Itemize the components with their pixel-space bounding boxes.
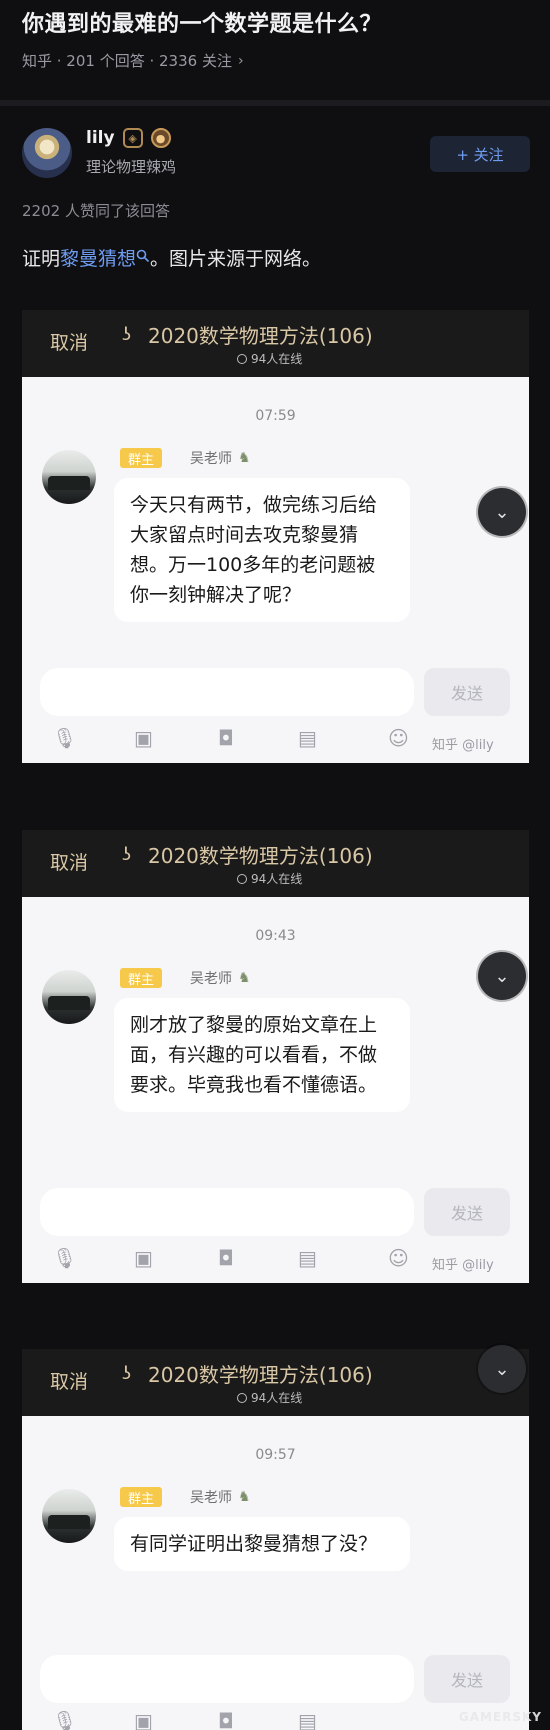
question-meta-text: 知乎 · 201 个回答 · 2336 关注 — [22, 52, 232, 70]
teacher-avatar[interactable] — [42, 1489, 96, 1543]
image-icon[interactable]: ▣ — [134, 1709, 153, 1730]
riemann-link[interactable]: 黎曼猜想 — [60, 248, 150, 270]
chat-header: 取消 ʖ 2020数学物理方法(106) 94人在线 — [22, 1349, 529, 1416]
chevron-right-icon: › — [237, 52, 244, 69]
ear-icon: ʖ — [122, 1363, 132, 1384]
search-icon — [136, 249, 150, 263]
author-name-row[interactable]: lily ◈ ● — [86, 128, 171, 148]
answer-text-prefix: 证明 — [22, 248, 61, 270]
online-count: 94人在线 — [237, 870, 302, 887]
online-status-icon — [237, 353, 247, 364]
sender-name-row: 吴老师 ♞ — [168, 968, 251, 988]
chat-header: 取消 ʖ 2020数学物理方法(106) 94人在线 — [22, 310, 529, 377]
sender-name: 吴老师 — [190, 451, 232, 467]
image-icon[interactable]: ▣ — [134, 1246, 153, 1270]
microphone-icon[interactable]: 🎙 — [52, 726, 77, 750]
emoji-icon[interactable]: ☺ — [388, 726, 409, 750]
input-toolbar: 🎙 ▣ ◘ ▤ — [22, 1705, 529, 1730]
ear-icon: ʖ — [122, 324, 132, 345]
cancel-button[interactable]: 取消 — [50, 1367, 88, 1394]
gamersky-watermark: GAMERSKY — [458, 1710, 542, 1724]
online-count-text: 94人在线 — [251, 352, 303, 366]
section-divider — [0, 100, 550, 106]
follow-button[interactable]: + 关注 — [430, 136, 530, 172]
message-input[interactable] — [40, 668, 414, 716]
online-count-text: 94人在线 — [251, 1391, 303, 1405]
message-timestamp: 07:59 — [255, 408, 296, 424]
camera-icon[interactable]: ◘ — [218, 726, 234, 750]
cancel-button[interactable]: 取消 — [50, 848, 88, 875]
cancel-button[interactable]: 取消 — [50, 328, 88, 355]
chat-header: 取消 ʖ 2020数学物理方法(106) 94人在线 — [22, 830, 529, 897]
sender-name-row: 吴老师 ♞ — [168, 448, 251, 468]
answer-text: 证明黎曼猜想 。图片来源于网络。 — [22, 244, 321, 271]
teacher-avatar[interactable] — [42, 450, 96, 504]
sender-name: 吴老师 — [190, 1490, 232, 1506]
chat-bubble: 今天只有两节，做完练习后给大家留点时间去攻克黎曼猜想。万一100多年的老问题被你… — [114, 478, 410, 622]
camera-icon[interactable]: ◘ — [218, 1709, 234, 1730]
group-owner-tag: 群主 — [120, 968, 163, 988]
dragon-icon: ♞ — [238, 1489, 251, 1505]
dragon-icon: ♞ — [238, 450, 251, 466]
chat-screenshot-3: 取消 ʖ 2020数学物理方法(106) 94人在线 ⌄ 09:57 群主 吴老… — [22, 1345, 529, 1730]
answer-text-suffix: 。图片来源于网络。 — [150, 248, 322, 270]
online-status-icon — [237, 873, 247, 884]
red-packet-icon[interactable]: ▤ — [298, 726, 317, 750]
send-button[interactable]: 发送 — [424, 1188, 510, 1236]
question-meta[interactable]: 知乎 · 201 个回答 · 2336 关注 › — [22, 50, 244, 71]
message-input[interactable] — [40, 1188, 414, 1236]
medal-badge-icon: ● — [150, 128, 171, 148]
sender-name-row: 吴老师 ♞ — [168, 1487, 251, 1507]
upvote-count: 2202 人赞同了该回答 — [22, 202, 170, 220]
author-description: 理论物理辣鸡 — [86, 158, 177, 176]
chat-bubble: 有同学证明出黎曼猜想了没？ — [114, 1517, 410, 1571]
online-count: 94人在线 — [237, 1389, 302, 1406]
message-timestamp: 09:43 — [255, 928, 296, 944]
group-title: 2020数学物理方法(106) — [148, 844, 373, 868]
red-packet-icon[interactable]: ▤ — [298, 1246, 317, 1270]
group-owner-tag: 群主 — [120, 448, 163, 468]
send-button[interactable]: 发送 — [424, 1655, 510, 1703]
sender-name: 吴老师 — [190, 971, 232, 987]
group-title: 2020数学物理方法(106) — [148, 324, 373, 348]
teacher-avatar[interactable] — [42, 970, 96, 1024]
online-status-icon — [237, 1392, 247, 1403]
zhihu-watermark: 知乎 @lily — [432, 1258, 494, 1273]
emoji-icon[interactable]: ☺ — [388, 1246, 409, 1270]
image-icon[interactable]: ▣ — [134, 726, 153, 750]
author-avatar[interactable] — [22, 128, 72, 178]
riemann-link-text: 黎曼猜想 — [60, 248, 137, 270]
message-timestamp: 09:57 — [255, 1447, 296, 1463]
chat-bubble: 刚才放了黎曼的原始文章在上面，有兴趣的可以看看，不做要求。毕竟我也看不懂德语。 — [114, 998, 410, 1112]
message-input[interactable] — [40, 1655, 414, 1703]
online-count-text: 94人在线 — [251, 872, 303, 886]
question-title[interactable]: 你遇到的最难的一个数学题是什么？ — [22, 6, 532, 38]
zhihu-watermark: 知乎 @lily — [432, 738, 494, 753]
verified-badge-icon: ◈ — [122, 128, 143, 148]
chat-screenshot-1: 取消 ʖ 2020数学物理方法(106) 94人在线 07:59 群主 吴老师 ♞… — [22, 310, 529, 763]
camera-icon[interactable]: ◘ — [218, 1246, 234, 1270]
dragon-icon: ♞ — [238, 970, 251, 986]
send-button[interactable]: 发送 — [424, 668, 510, 716]
group-title: 2020数学物理方法(106) — [148, 1363, 373, 1387]
red-packet-icon[interactable]: ▤ — [298, 1709, 317, 1730]
ear-icon: ʖ — [122, 844, 132, 865]
microphone-icon[interactable]: 🎙 — [52, 1246, 77, 1270]
chat-screenshot-2: 取消 ʖ 2020数学物理方法(106) 94人在线 09:43 群主 吴老师 ♞… — [22, 830, 529, 1283]
scroll-down-button[interactable]: ⌄ — [478, 952, 526, 1000]
online-count: 94人在线 — [237, 350, 302, 367]
group-owner-tag: 群主 — [120, 1487, 163, 1507]
scroll-down-button[interactable]: ⌄ — [478, 1345, 526, 1393]
scroll-down-button[interactable]: ⌄ — [478, 488, 526, 536]
microphone-icon[interactable]: 🎙 — [52, 1709, 77, 1730]
author-name: lily — [86, 128, 115, 148]
